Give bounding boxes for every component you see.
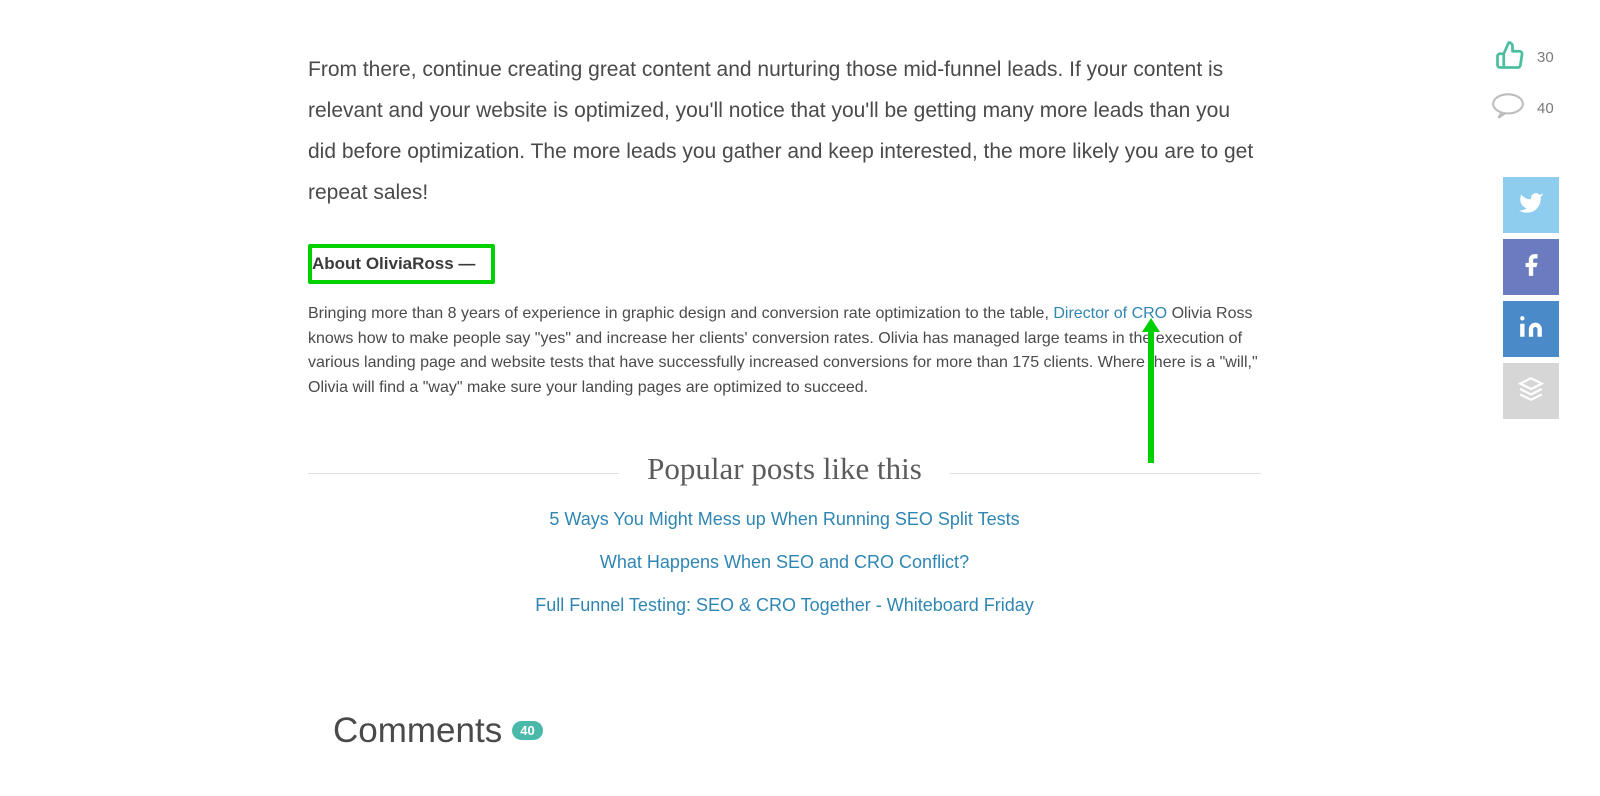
comments-stat[interactable]: 40 <box>1491 93 1559 124</box>
popular-link[interactable]: Full Funnel Testing: SEO & CRO Together … <box>308 595 1261 616</box>
comments-heading: Comments 40 <box>333 711 1261 751</box>
share-facebook-button[interactable] <box>1503 239 1559 295</box>
popular-posts-heading: Popular posts like this <box>619 451 950 487</box>
share-twitter-button[interactable] <box>1503 177 1559 233</box>
buffer-icon <box>1518 376 1544 407</box>
thumbs-up-icon <box>1495 40 1525 75</box>
popular-links-list: 5 Ways You Might Mess up When Running SE… <box>308 509 1261 616</box>
linkedin-icon <box>1518 314 1544 345</box>
author-bio: Bringing more than 8 years of experience… <box>308 302 1261 401</box>
article-content: From there, continue creating great cont… <box>308 0 1261 751</box>
comments-count-badge: 40 <box>512 721 542 740</box>
comments-heading-text: Comments <box>333 711 502 751</box>
popular-posts-section: Popular posts like this 5 Ways You Might… <box>308 451 1261 616</box>
share-buffer-button[interactable] <box>1503 363 1559 419</box>
share-buttons <box>1503 177 1559 419</box>
director-of-cro-link[interactable]: Director of CRO <box>1053 305 1167 322</box>
author-section: About OliviaRoss — Bringing more than 8 … <box>308 244 1261 401</box>
about-author-heading: About OliviaRoss — <box>308 244 495 284</box>
article-closing-paragraph: From there, continue creating great cont… <box>308 50 1261 214</box>
sidebar-comments-count: 40 <box>1537 100 1559 117</box>
bio-text-before: Bringing more than 8 years of experience… <box>308 305 1053 322</box>
right-sidebar: 30 40 <box>1491 40 1559 419</box>
twitter-icon <box>1518 190 1544 221</box>
share-linkedin-button[interactable] <box>1503 301 1559 357</box>
likes-stat[interactable]: 30 <box>1495 40 1559 75</box>
popular-link[interactable]: 5 Ways You Might Mess up When Running SE… <box>308 509 1261 530</box>
popular-link[interactable]: What Happens When SEO and CRO Conflict? <box>308 552 1261 573</box>
speech-bubble-icon <box>1491 93 1525 124</box>
facebook-icon <box>1518 252 1544 283</box>
likes-count: 30 <box>1537 49 1559 66</box>
